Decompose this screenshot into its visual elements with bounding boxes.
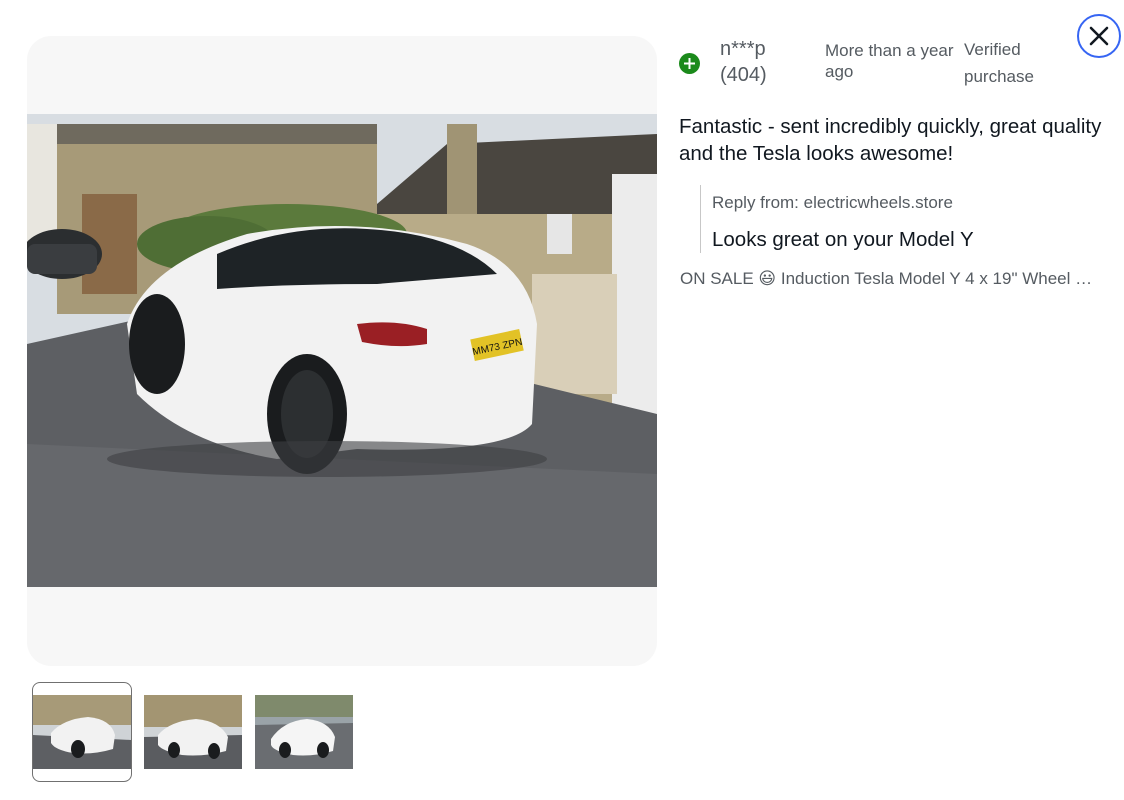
review-photo[interactable]: MM73 ZPN [27,114,657,587]
thumbnail-3[interactable] [254,682,354,782]
thumbnail-1[interactable] [32,682,132,782]
item-title-link[interactable]: ON SALE 😃 Induction Tesla Model Y 4 x 19… [680,268,1100,290]
thumbnail-2[interactable] [143,682,243,782]
close-button[interactable] [1077,14,1121,58]
review-time: More than a year ago [825,41,954,81]
verified-purchase-label: Verified purchase [964,40,1034,86]
photo-viewer: MM73 ZPN [27,36,657,666]
reply-from-label: Reply from: electricwheels.store [712,193,953,212]
plus-circle-icon [679,53,700,74]
close-icon [1089,26,1109,46]
reviewer-username: n***p [720,38,766,60]
reviewer-info: n***p (404) [720,36,767,88]
reviewer-feedback-score: (404) [720,64,767,86]
review-text: Fantastic - sent incredibly quickly, gre… [679,115,1102,165]
seller-reply: Reply from: electricwheels.store Looks g… [700,185,1100,253]
reply-text: Looks great on your Model Y [712,228,974,251]
